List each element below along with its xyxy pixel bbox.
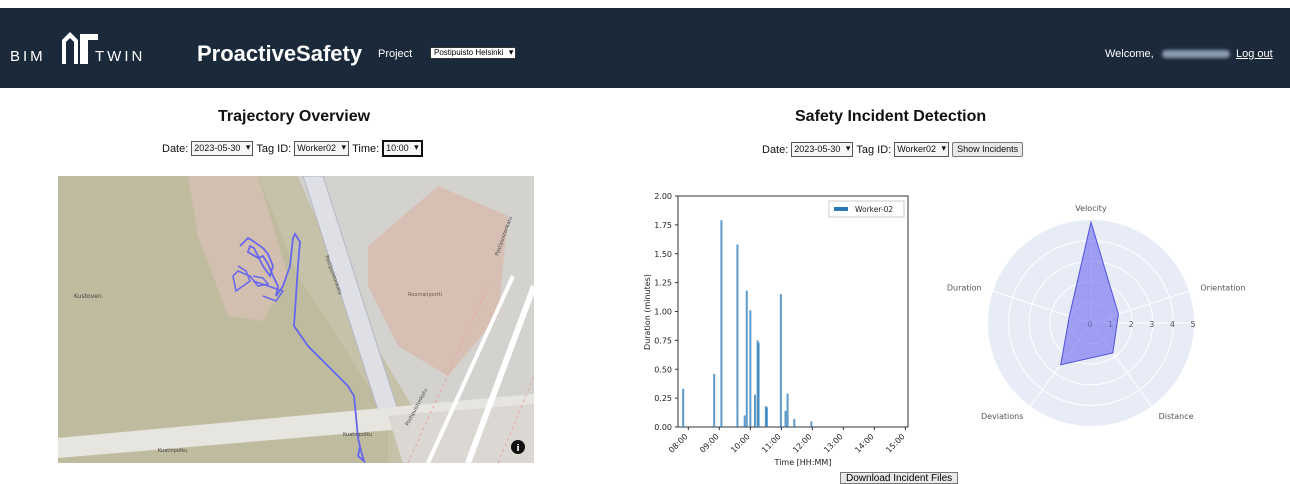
y-tick-label: 1.50: [654, 250, 672, 259]
radar-grid-ring: [1008, 240, 1174, 406]
radar-spoke: [1090, 322, 1152, 407]
project-label: Project: [378, 48, 413, 60]
date-select[interactable]: 2023-05-30: [191, 141, 254, 156]
incident-title: Safety Incident Detection: [795, 108, 987, 125]
incident-controls: Date: 2023-05-30 Tag ID: Worker02 Show I…: [762, 142, 1024, 157]
radar-spoke: [1030, 322, 1092, 407]
x-tick-label: 13:00: [822, 432, 845, 455]
radar-radial-tick: 4: [1170, 320, 1175, 329]
bar-mark: [765, 407, 768, 427]
x-tick-label: 10:00: [729, 432, 752, 455]
map-canvas[interactable]: Kustoven Kuatinpolku Kuatinpolku Postipu…: [58, 176, 534, 463]
legend-swatch: [834, 207, 848, 211]
y-tick-label: 1.25: [654, 279, 672, 288]
logout-link[interactable]: Log out: [1236, 48, 1273, 60]
y-tick-label: 0.75: [654, 336, 672, 345]
radar-grid-ring: [1028, 260, 1154, 386]
info-icon[interactable]: i: [511, 440, 525, 454]
radar-radial-tick: 2: [1129, 320, 1134, 329]
radar-radial-tick: 0: [1087, 320, 1092, 329]
y-tick-label: 2.00: [654, 192, 672, 201]
legend-box: [828, 200, 905, 218]
y-tick-label: 1.00: [654, 308, 672, 317]
x-tick-label: 15:00: [884, 432, 907, 455]
user-name-redacted: [1162, 50, 1230, 58]
date-label: Date:: [162, 142, 189, 155]
incident-date-label: Date:: [762, 143, 789, 156]
radar-radial-tick: 5: [1190, 320, 1195, 329]
logo-text-bim: BIM: [10, 48, 46, 65]
legend-label: Worker-02: [855, 205, 893, 214]
x-tick-label: 08:00: [667, 432, 690, 455]
tag-select[interactable]: Worker02: [294, 141, 350, 156]
radar-axis-label: Orientation: [1200, 283, 1245, 292]
y-tick-label: 0.25: [654, 394, 672, 403]
bar-mark: [749, 310, 752, 427]
radar-spoke: [992, 290, 1092, 324]
top-navbar: BIM TWIN ProactiveSafety Project Postipu…: [0, 8, 1290, 88]
x-axis-label: Time [HH:MM]: [774, 458, 832, 467]
map-label-7: Roomanportti: [408, 292, 442, 298]
radar-radial-tick: 1: [1108, 320, 1113, 329]
bar-mark: [754, 394, 757, 427]
bar-mark: [743, 415, 746, 427]
radar-axis-label: Deviations: [981, 412, 1023, 421]
bar-mark: [756, 340, 759, 427]
radar-axis-label: Velocity: [1075, 204, 1107, 213]
incident-tag-label: Tag ID:: [856, 143, 892, 156]
y-tick-label: 0.50: [654, 365, 672, 374]
bar-mark: [720, 220, 723, 427]
show-incidents-button[interactable]: Show Incidents: [952, 142, 1024, 157]
radar-grid-ring: [1049, 281, 1133, 365]
time-label: Time:: [352, 142, 380, 155]
bar-plot-area: [677, 195, 909, 428]
map-label-2: Kuatinpolku: [343, 432, 372, 438]
x-tick-label: 14:00: [853, 432, 876, 455]
welcome-text: Welcome,: [1105, 48, 1154, 60]
trajectory-title: Trajectory Overview: [218, 108, 371, 125]
radar-background: [988, 220, 1194, 426]
time-select[interactable]: 10:00: [382, 140, 423, 157]
map-label-1: Kustoven: [74, 293, 102, 300]
brand-title[interactable]: ProactiveSafety: [197, 41, 362, 67]
incident-tag-select[interactable]: Worker02: [894, 142, 950, 157]
radar-axis-label: Duration: [947, 283, 982, 292]
trajectory-map[interactable]: Kustoven Kuatinpolku Kuatinpolku Postipu…: [58, 176, 534, 463]
bar-mark: [810, 421, 813, 427]
x-tick-label: 09:00: [698, 432, 721, 455]
bar-mark: [736, 244, 739, 427]
radar-grid-ring: [1069, 301, 1113, 345]
svg-text:i: i: [516, 444, 519, 454]
trajectory-controls: Date: 2023-05-30 Tag ID: Worker02 Time: …: [162, 140, 423, 157]
bar-mark: [779, 294, 782, 427]
bar-mark: [764, 406, 767, 427]
radar-axis-label: Distance: [1159, 412, 1194, 421]
bar-mark: [784, 410, 787, 427]
radar-radial-tick: 3: [1149, 320, 1154, 329]
tag-label: Tag ID:: [256, 142, 292, 155]
bar-mark: [745, 290, 748, 427]
bar-mark: [757, 342, 760, 427]
bar-mark: [786, 393, 789, 427]
radar-spoke: [1090, 290, 1190, 324]
y-tick-label: 0.00: [654, 423, 672, 432]
download-incident-files-button[interactable]: Download Incident Files: [840, 472, 959, 484]
y-tick-label: 1.75: [654, 221, 672, 230]
project-select[interactable]: Postipuisto Helsinki: [430, 47, 517, 59]
incident-date-select[interactable]: 2023-05-30: [791, 142, 854, 157]
bar-mark: [682, 388, 685, 427]
x-tick-label: 12:00: [791, 432, 814, 455]
radar-polygon: [1060, 220, 1119, 366]
y-axis-label: Duration (minutes): [643, 274, 652, 350]
map-label-3: Kuatinpolku: [158, 448, 187, 454]
bar-mark: [793, 418, 796, 427]
logo-text-twin: TWIN: [95, 48, 146, 65]
x-tick-label: 11:00: [760, 432, 783, 455]
bar-mark: [713, 373, 716, 427]
